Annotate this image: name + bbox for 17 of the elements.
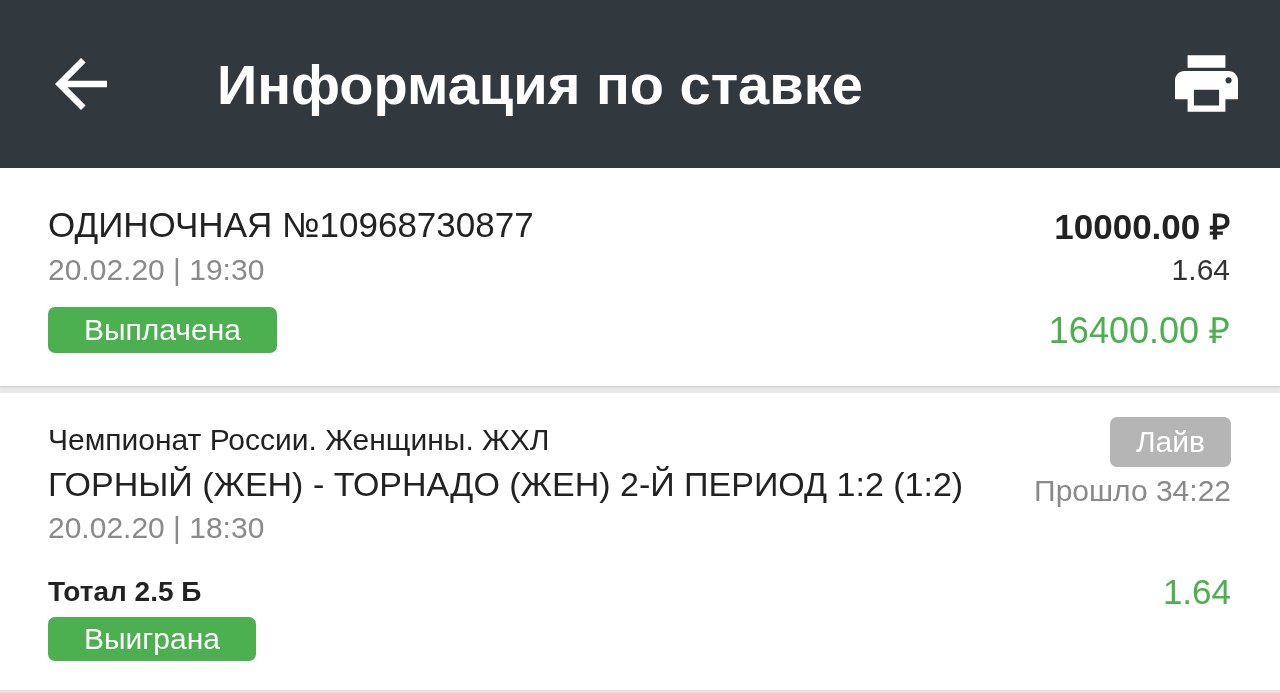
back-arrow-icon[interactable] <box>55 58 107 110</box>
bet-odds: 1.64 <box>1170 252 1230 288</box>
status-badge: Выиграна <box>48 617 256 661</box>
live-badge: Лайв <box>1109 417 1231 467</box>
bet-date: 20.02.20 | 19:30 <box>48 252 266 288</box>
stake-amount: 10000.00 ₽ <box>1053 205 1230 247</box>
selection-label: Тотал 2.5 Б <box>48 575 203 609</box>
bet-title: ОДИНОЧНАЯ №10968730877 <box>48 204 535 246</box>
screen-title: Информация по ставке <box>217 51 864 117</box>
event-date: 20.02.20 | 18:30 <box>48 510 266 546</box>
status-badge: Выплачена <box>48 306 277 353</box>
payout-amount: 16400.00 ₽ <box>1048 309 1230 353</box>
event-odds: 1.64 <box>1162 574 1231 613</box>
printer-icon[interactable] <box>1175 54 1238 112</box>
league-name: Чемпионат России. Женщины. ЖХЛ <box>48 422 551 458</box>
elapsed-time: Прошло 34:22 <box>1034 473 1231 509</box>
match-title: ГОРНЫЙ (ЖЕН) - ТОРНАДО (ЖЕН) 2-Й ПЕРИОД 1:2 (1:2) <box>48 464 964 505</box>
